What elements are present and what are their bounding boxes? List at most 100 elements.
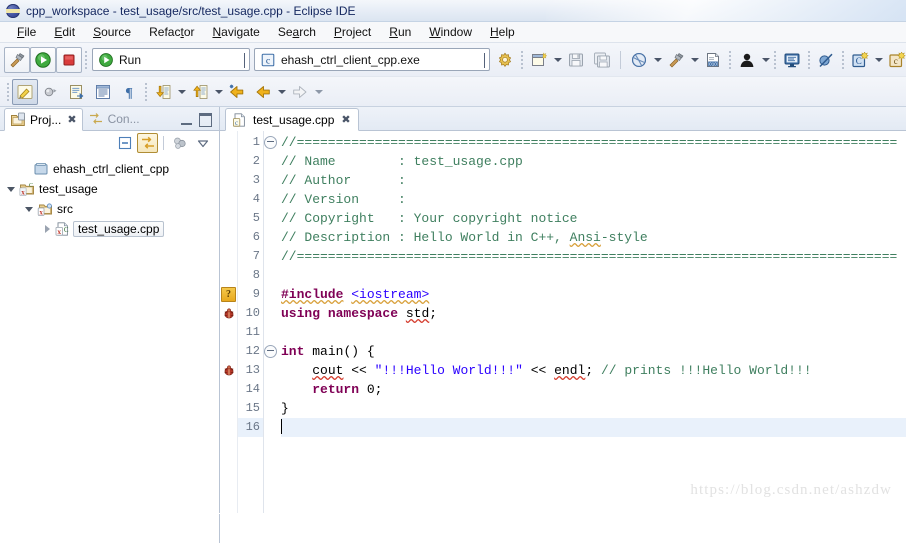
- tree-item-test-usage[interactable]: x C test_usage: [0, 179, 219, 199]
- profile-button-dropdown[interactable]: [760, 47, 771, 73]
- marker-gutter[interactable]: ?: [220, 131, 238, 513]
- forward-button[interactable]: [287, 79, 313, 105]
- menu-search[interactable]: Search: [269, 22, 325, 42]
- next-annotation-dropdown[interactable]: [176, 79, 187, 105]
- code-line-7[interactable]: //======================================…: [281, 247, 906, 266]
- forward-button-dropdown[interactable]: [313, 79, 324, 105]
- menu-refactor[interactable]: Refactor: [140, 22, 203, 42]
- code-token: // Name : test_usage.cpp: [281, 154, 523, 169]
- minimize-icon[interactable]: [181, 115, 192, 125]
- last-edit-location-button[interactable]: [224, 79, 250, 105]
- new-cpp-class-dropdown[interactable]: [873, 47, 884, 73]
- code-line-6[interactable]: // Description : Hello World in C++, Ans…: [281, 228, 906, 247]
- code-line-14[interactable]: return 0;: [281, 380, 906, 399]
- save-all-button[interactable]: [589, 47, 615, 73]
- code-line-3[interactable]: // Author :: [281, 171, 906, 190]
- run-button[interactable]: [30, 46, 56, 73]
- code-token: ;: [429, 306, 438, 321]
- menu-source[interactable]: Source: [84, 22, 140, 42]
- previous-annotation-dropdown[interactable]: [213, 79, 224, 105]
- gutter-marker-slot: [220, 323, 237, 342]
- line-number: 16: [238, 418, 263, 437]
- tab-console[interactable]: Con...: [83, 107, 145, 130]
- chevron-down-icon[interactable]: [236, 52, 245, 68]
- launch-settings-button[interactable]: [492, 47, 518, 73]
- open-element-button[interactable]: [64, 79, 90, 105]
- gutter-marker-bug-line-13[interactable]: [220, 361, 237, 380]
- binary-file-button[interactable]: 010: [700, 47, 726, 73]
- menu-file[interactable]: File: [8, 22, 45, 42]
- menu-run[interactable]: Run: [380, 22, 420, 42]
- filter-button[interactable]: [169, 133, 190, 153]
- link-with-editor-button[interactable]: [137, 133, 158, 153]
- skip-breakpoints-button[interactable]: [813, 47, 839, 73]
- code-line-13[interactable]: cout << "!!!Hello World!!!" << endl; // …: [281, 361, 906, 380]
- chevron-down-icon[interactable]: [476, 52, 485, 68]
- next-annotation-button[interactable]: [150, 79, 176, 105]
- code-line-15[interactable]: }: [281, 399, 906, 418]
- toggle-mark-occurrences-button[interactable]: [12, 78, 38, 105]
- tree-item-test-usage-cpp[interactable]: x C test_usage.cpp: [0, 219, 219, 239]
- stop-button[interactable]: [56, 46, 82, 73]
- gutter-marker-warning-line-9[interactable]: ?: [220, 285, 237, 304]
- maximize-icon[interactable]: [199, 113, 212, 127]
- new-c-class-button[interactable]: c: [884, 47, 906, 73]
- twisty-expanded[interactable]: [4, 186, 18, 192]
- menu-edit[interactable]: Edit: [45, 22, 84, 42]
- debug-button[interactable]: [626, 47, 652, 73]
- fold-toggle-line-1[interactable]: [264, 133, 277, 152]
- profile-button[interactable]: [734, 47, 760, 73]
- new-cpp-class-icon: C: [852, 50, 869, 67]
- tree-item-src[interactable]: x src: [0, 199, 219, 219]
- view-menu-button[interactable]: [192, 133, 213, 153]
- back-button[interactable]: [250, 79, 276, 105]
- gutter-marker-bug-line-10[interactable]: [220, 304, 237, 323]
- code-editor[interactable]: ? 1 2 3 4 5 6 7 8 9 10 11 12 13 14 15 16…: [220, 131, 906, 513]
- save-button[interactable]: [563, 47, 589, 73]
- open-declaration-button[interactable]: [38, 79, 64, 105]
- svg-text:c: c: [266, 55, 271, 66]
- code-line-5[interactable]: // Copyright : Your copyright notice: [281, 209, 906, 228]
- code-line-9[interactable]: #include <iostream>: [281, 285, 906, 304]
- type-hierarchy-button[interactable]: [90, 79, 116, 105]
- console-button[interactable]: [779, 47, 805, 73]
- editor-tab-test-usage-cpp[interactable]: c test_usage.cpp ✖: [225, 108, 359, 131]
- launch-config-combo[interactable]: Run: [92, 48, 250, 71]
- twisty-expanded[interactable]: [22, 206, 36, 212]
- build-all-button-dropdown[interactable]: [689, 47, 700, 73]
- code-line-12[interactable]: int main() {: [281, 342, 906, 361]
- tab-project-explorer[interactable]: Proj... ✖: [4, 108, 83, 131]
- code-line-1[interactable]: //======================================…: [281, 133, 906, 152]
- view-toolbar-divider: [163, 136, 164, 150]
- code-line-8[interactable]: [281, 266, 906, 285]
- previous-annotation-button[interactable]: [187, 79, 213, 105]
- menu-window[interactable]: Window: [420, 22, 481, 42]
- back-button-dropdown[interactable]: [276, 79, 287, 105]
- menu-help[interactable]: Help: [481, 22, 524, 42]
- close-icon[interactable]: ✖: [341, 113, 350, 126]
- code-line-16[interactable]: [281, 418, 906, 437]
- new-button[interactable]: [526, 47, 552, 73]
- code-line-10[interactable]: using namespace std;: [281, 304, 906, 323]
- tree-item-ehash-ctrl-client-cpp[interactable]: ehash_ctrl_client_cpp: [0, 159, 219, 179]
- code-line-4[interactable]: // Version :: [281, 190, 906, 209]
- build-all-button[interactable]: [663, 47, 689, 73]
- menu-navigate[interactable]: Navigate: [203, 22, 268, 42]
- debug-button-dropdown[interactable]: [652, 47, 663, 73]
- close-icon[interactable]: ✖: [67, 113, 76, 126]
- twisty-collapsed[interactable]: [40, 225, 54, 233]
- code-token: main: [312, 344, 344, 359]
- code-text-area[interactable]: //======================================…: [277, 131, 906, 513]
- build-button[interactable]: [4, 46, 30, 73]
- code-line-2[interactable]: // Name : test_usage.cpp: [281, 152, 906, 171]
- code-line-11[interactable]: [281, 323, 906, 342]
- launch-target-combo[interactable]: c ehash_ctrl_client_cpp.exe: [254, 48, 490, 71]
- new-button-dropdown[interactable]: [552, 47, 563, 73]
- project-tree[interactable]: ehash_ctrl_client_cpp x C test_usage x s…: [0, 155, 219, 513]
- new-cpp-class-button[interactable]: C: [847, 47, 873, 73]
- folding-ruler[interactable]: [264, 131, 277, 513]
- collapse-all-button[interactable]: [114, 133, 135, 153]
- show-whitespace-button[interactable]: ¶: [116, 79, 142, 105]
- fold-toggle-line-12[interactable]: [264, 342, 277, 361]
- menu-project[interactable]: Project: [325, 22, 380, 42]
